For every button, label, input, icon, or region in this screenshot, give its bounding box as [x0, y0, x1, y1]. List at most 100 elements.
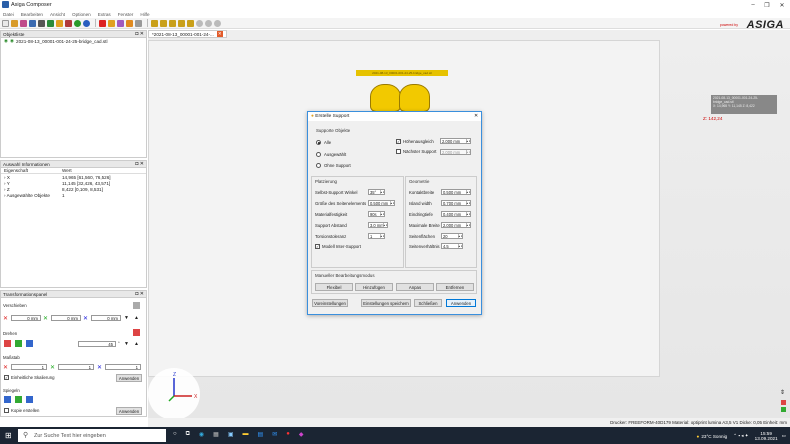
side-tool-icon[interactable] [781, 407, 786, 412]
import-icon[interactable] [20, 19, 27, 27]
move-step-up-icon[interactable]: ▲ [134, 315, 139, 321]
panel-float-close-icon[interactable]: ◘ ✕ [135, 161, 144, 167]
scale-z-input[interactable]: 1 [105, 364, 141, 370]
menu-bearbeiten[interactable]: Bearbeiten [21, 12, 43, 17]
slice-icon[interactable] [56, 19, 63, 27]
asiga-taskbar-icon[interactable]: ▣ [228, 431, 234, 438]
taskbar-search[interactable]: ⚲ Zur Suche Text hier eingeben [18, 429, 166, 442]
mirror-x-icon[interactable] [4, 396, 11, 403]
dialog-close-icon[interactable]: ✕ [474, 114, 478, 119]
panel-float-close-icon[interactable]: ◘ ✕ [135, 31, 144, 37]
material-strength-input[interactable]: 90s ▲▼ [368, 211, 385, 217]
side-faces-input[interactable]: 20 ▲▼ [441, 233, 463, 239]
radio-none[interactable] [316, 163, 321, 168]
notification-icon[interactable]: ▭ [782, 433, 786, 439]
uniform-scale-checkbox[interactable]: ✓ [4, 375, 9, 380]
weather-text[interactable]: 23°C Sonnig [701, 434, 727, 439]
support-icon[interactable] [65, 19, 72, 27]
next-support-checkbox[interactable] [396, 149, 401, 154]
refresh-icon[interactable] [83, 19, 90, 27]
self-support-angle-input[interactable]: 35° ▲▼ [368, 189, 385, 195]
flexible-button[interactable]: Flexibel [315, 283, 353, 291]
menu-fenster[interactable]: Fenster [118, 12, 134, 17]
new-file-icon[interactable] [2, 19, 9, 27]
zoom-fit-icon[interactable] [196, 19, 203, 27]
torsion-tolerance-input[interactable]: 1 ▲▼ [368, 233, 385, 239]
clock[interactable]: 15:59 13.09.2021 [755, 431, 778, 441]
rotate-z-icon[interactable] [26, 340, 33, 347]
go-icon[interactable] [74, 19, 81, 27]
move-z-input[interactable]: 0 mm [91, 315, 121, 321]
move-reset-icon[interactable] [133, 302, 140, 309]
mail-icon[interactable]: ✉ [272, 431, 277, 438]
close-button[interactable]: Schließen [414, 299, 442, 307]
document-tab[interactable]: *2021-08-13_00001-001-24-... ✕ [148, 30, 227, 38]
windows-start-icon[interactable]: ⊞ [5, 431, 12, 440]
visible-eye-icon[interactable]: ◉ [4, 38, 8, 44]
menu-hilfe[interactable]: Hilfe [140, 12, 149, 17]
cad-icon[interactable]: ◆ [299, 431, 304, 438]
presets-button[interactable]: Voreinstellungen [312, 299, 348, 307]
menu-extras[interactable]: Extras [98, 12, 111, 17]
model-tooth-right[interactable] [399, 84, 430, 112]
move-y-input[interactable]: 0 mm [51, 315, 81, 321]
radio-all[interactable] [316, 140, 321, 145]
height-compensation-checkbox[interactable]: ✓ [396, 139, 401, 144]
save-icon[interactable] [29, 19, 36, 27]
task-view-icon[interactable]: ⧉ [186, 431, 190, 438]
view-front-icon[interactable] [160, 19, 167, 27]
view-side-icon[interactable] [169, 19, 176, 27]
model-tooth-left[interactable] [370, 84, 401, 112]
rotate-y-icon[interactable] [15, 340, 22, 347]
tray-icons[interactable]: ⌃ ▪ ◂ ✦ [733, 433, 748, 439]
menu-optionen[interactable]: Optionen [72, 12, 91, 17]
delete-icon[interactable] [99, 19, 106, 27]
max-width-input[interactable]: 2,000 mm ▲▼ [441, 222, 471, 228]
mirror-z-icon[interactable] [26, 396, 33, 403]
scale-x-input[interactable]: 1 [11, 364, 47, 370]
rotate-reset-icon[interactable] [133, 329, 140, 336]
object-list-item[interactable]: ◉ ◉ 2021-08-13_00001-001-24-25-bridge_ca… [1, 38, 146, 44]
contact-width-input[interactable]: 0,500 mm ▲▼ [441, 189, 471, 195]
move-x-input[interactable]: 0 mm [11, 315, 41, 321]
zoom-in-icon[interactable] [205, 19, 212, 27]
rotate-step-down-icon[interactable]: ▼ [124, 341, 129, 347]
chrome-icon[interactable]: ● [286, 431, 290, 438]
side-tool-icon[interactable] [781, 400, 786, 405]
save-settings-button[interactable]: Einstellungen speichern [361, 299, 411, 307]
print-icon[interactable] [38, 19, 45, 27]
cortana-icon[interactable]: ○ [173, 431, 177, 438]
move-step-down-icon[interactable]: ▼ [124, 315, 129, 321]
view-top-icon[interactable] [178, 19, 185, 27]
next-support-input[interactable]: 2,000 mm ▲▼ [440, 149, 471, 155]
mirror-apply-button[interactable]: Anwenden [116, 407, 142, 415]
zoom-out-icon[interactable] [214, 19, 221, 27]
measure-icon[interactable] [135, 19, 142, 27]
view-home-icon[interactable] [151, 19, 158, 27]
apply-button[interactable]: Anwenden [446, 299, 476, 307]
island-width-input[interactable]: 0,700 mm ▲▼ [441, 200, 471, 206]
rotate-angle-input[interactable]: 45 [78, 341, 116, 347]
explorer-icon[interactable]: ▬ [243, 431, 249, 438]
view-iso-icon[interactable] [187, 19, 194, 27]
remove-button[interactable]: Entfernen [436, 283, 474, 291]
rotate-x-icon[interactable] [4, 340, 11, 347]
minimize-icon[interactable]: – [746, 0, 760, 10]
add-button[interactable]: Hinzufügen [355, 283, 393, 291]
mirror-y-icon[interactable] [15, 396, 22, 403]
adjust-button[interactable]: Anpas [396, 283, 434, 291]
copy-checkbox[interactable] [4, 408, 9, 413]
close-icon[interactable]: ✕ [775, 0, 789, 10]
side-element-size-input[interactable]: 0,500 mm ▲▼ [368, 200, 395, 206]
store-icon[interactable]: ▤ [258, 431, 264, 438]
edge-icon[interactable]: ◉ [199, 431, 204, 438]
open-icon[interactable] [11, 19, 18, 27]
panel-float-close-icon[interactable]: ◘ ✕ [135, 291, 144, 297]
height-compensation-input[interactable]: 2,000 mm ▲▼ [440, 138, 471, 144]
maximize-icon[interactable]: ❐ [760, 0, 774, 10]
menu-ansicht[interactable]: Ansicht [50, 12, 65, 17]
penetration-depth-input[interactable]: 0,400 mm ▲▼ [441, 211, 471, 217]
grid-icon[interactable] [117, 19, 124, 27]
aspect-ratio-input[interactable]: 4,5 ▲▼ [441, 243, 463, 249]
support-distance-input[interactable]: 3,0 mm ▲▼ [368, 222, 388, 228]
